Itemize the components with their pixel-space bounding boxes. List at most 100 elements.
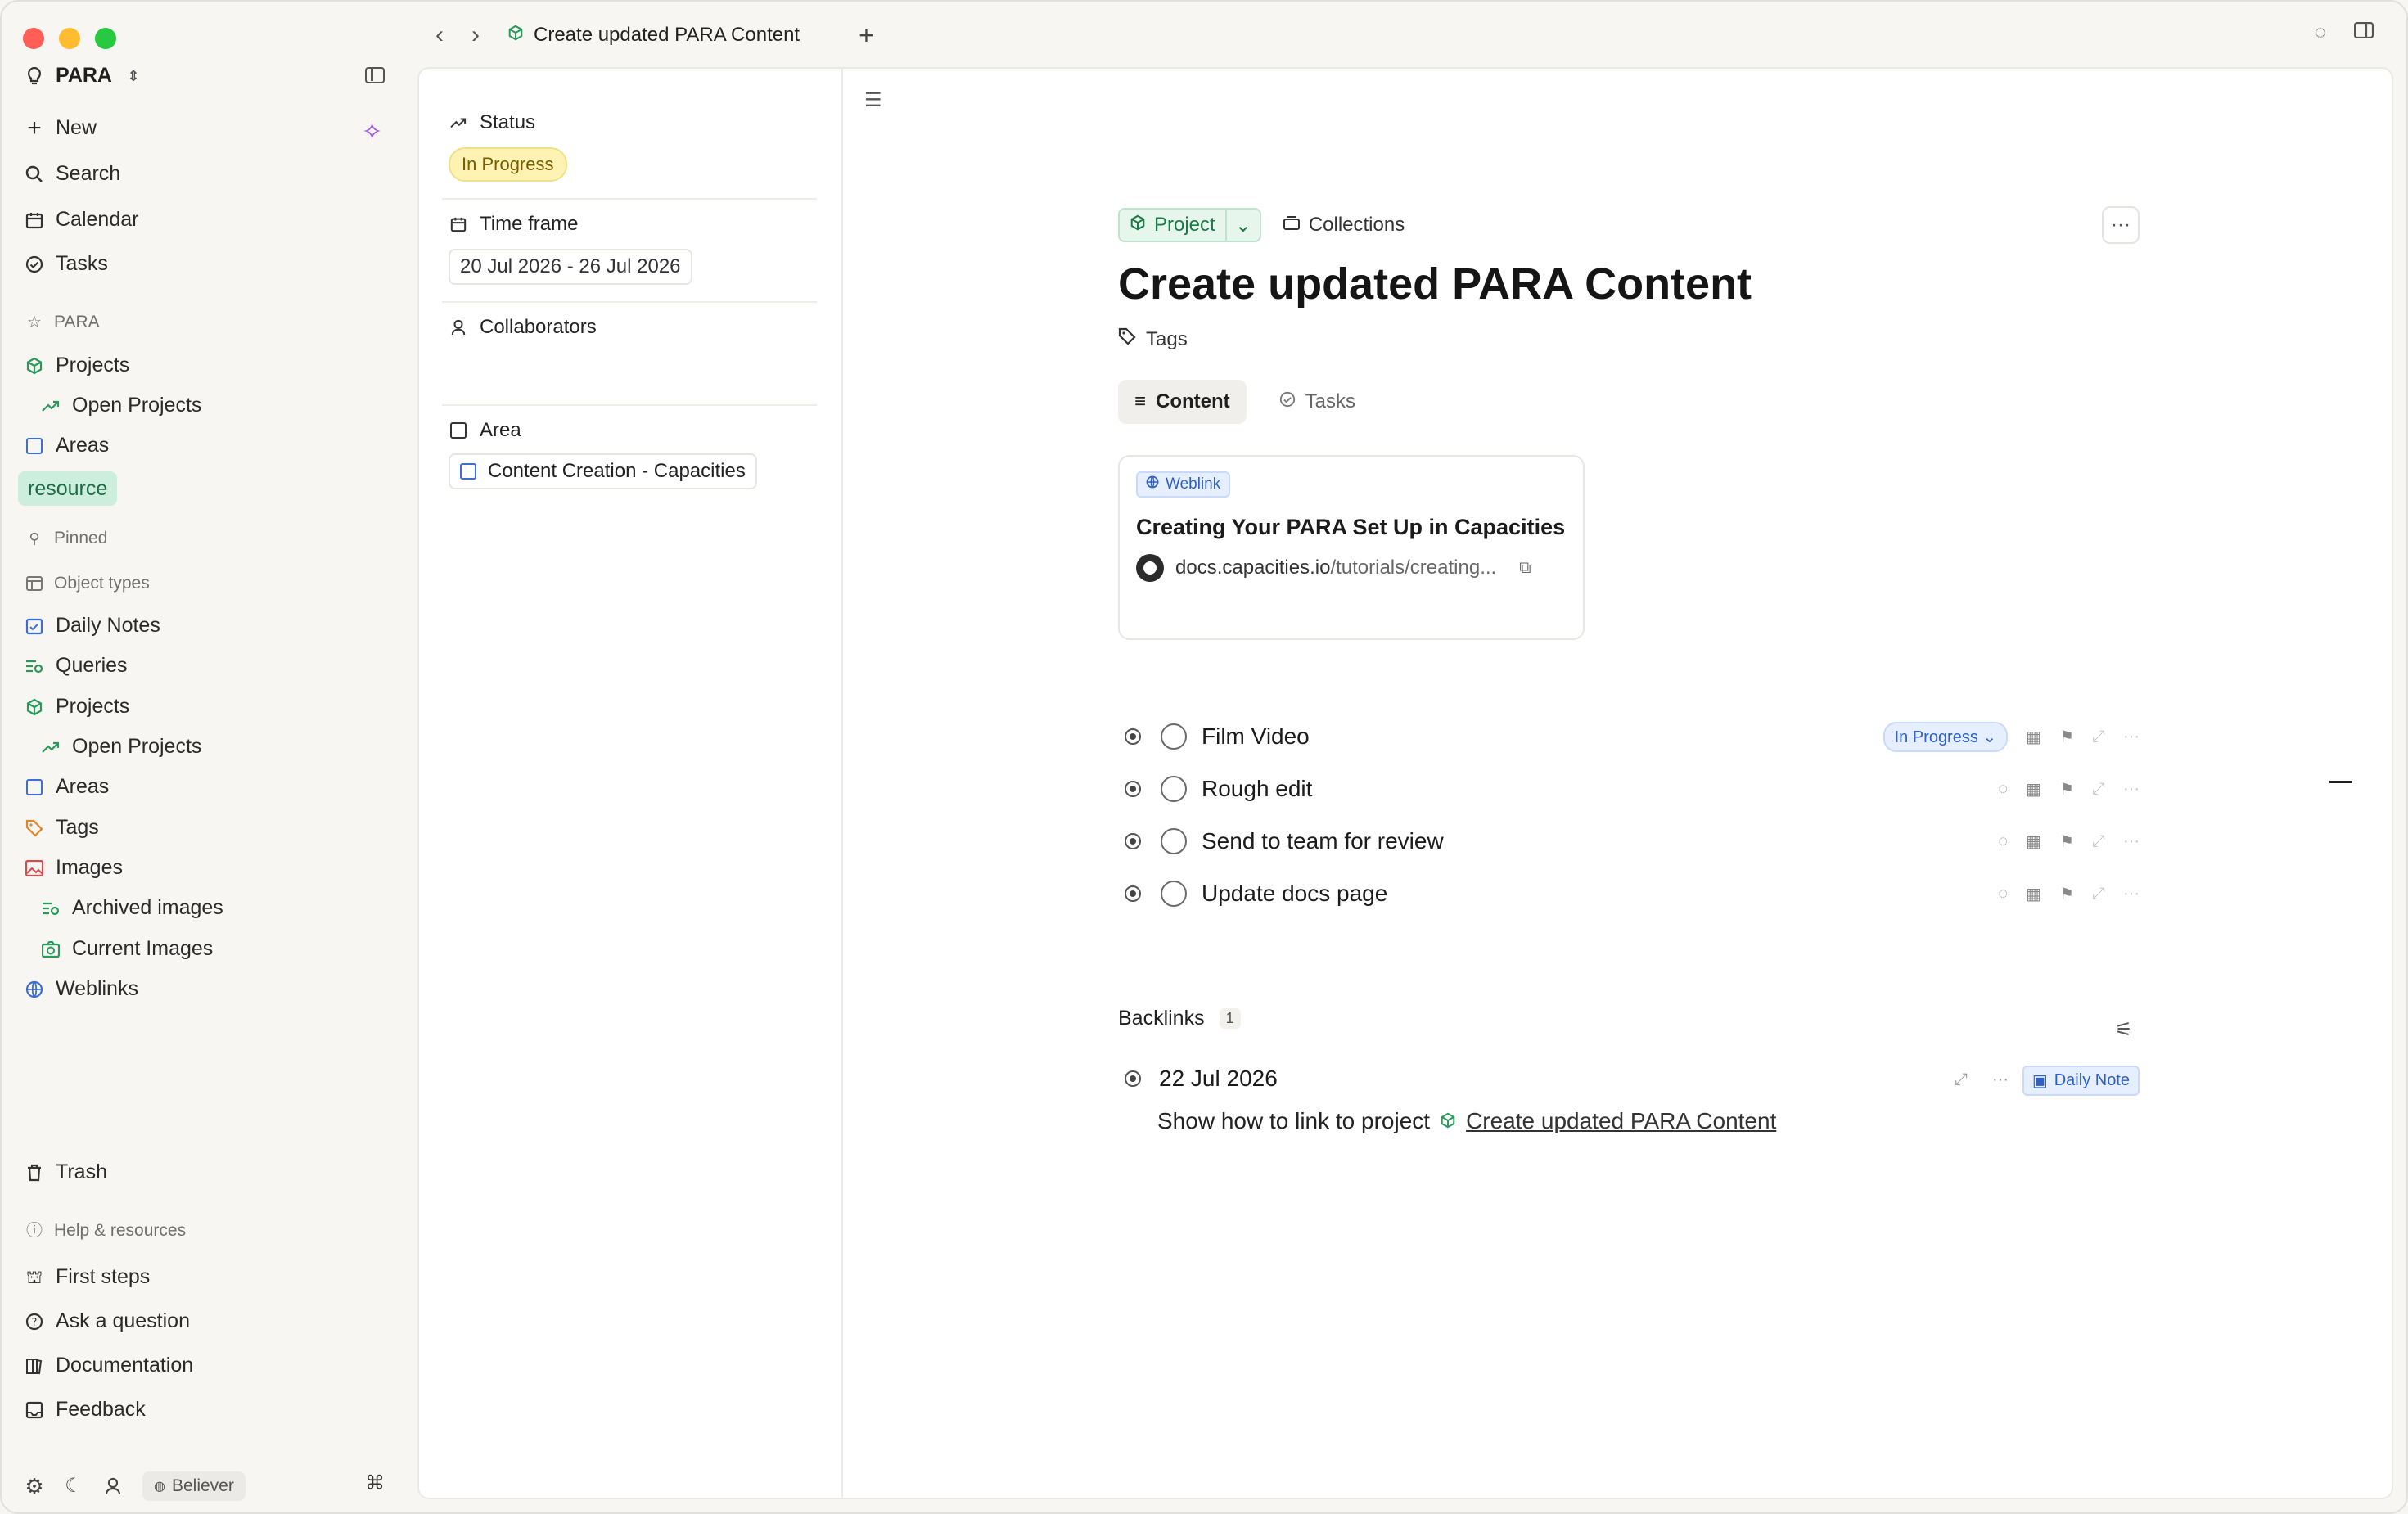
- task-label[interactable]: Rough edit: [1202, 776, 1312, 802]
- sidebar-item-calendar[interactable]: Calendar: [25, 208, 138, 232]
- bullet-handle-icon[interactable]: [1125, 728, 1141, 745]
- sidebar-item-open-projects[interactable]: Open Projects: [41, 394, 201, 417]
- sidebar-item-first-steps[interactable]: ⛫ First steps: [25, 1265, 150, 1289]
- task-row[interactable]: Send to team for review ◌ ▦ ⚑ ⤢ ···: [1118, 822, 2140, 861]
- status-dashed-circle-icon[interactable]: ◌: [1998, 885, 2008, 903]
- task-row[interactable]: Update docs page ◌ ▦ ⚑ ⤢ ···: [1118, 874, 2140, 913]
- time-frame-value[interactable]: 20 Jul 2026 - 26 Jul 2026: [449, 249, 692, 285]
- backlink-project-link[interactable]: Create updated PARA Content: [1466, 1108, 1776, 1134]
- property-collaborators[interactable]: Collaborators: [449, 316, 817, 339]
- tags-field[interactable]: Tags: [1118, 327, 1188, 351]
- ai-sparkle-icon[interactable]: ✧: [362, 118, 382, 146]
- daily-note-badge[interactable]: ▣ Daily Note: [2022, 1066, 2140, 1096]
- sidebar-item-trash[interactable]: Trash: [25, 1160, 107, 1184]
- sidebar-item-search[interactable]: Search: [25, 162, 120, 186]
- bullet-handle-icon[interactable]: [1125, 885, 1141, 902]
- bullet-handle-icon[interactable]: [1125, 1070, 1141, 1087]
- calendar-icon[interactable]: ▦: [2026, 727, 2041, 747]
- plan-badge[interactable]: ◍ Believer: [142, 1471, 246, 1501]
- chevron-down-icon[interactable]: ⌄: [1224, 210, 1260, 241]
- task-status-badge[interactable]: In Progress ⌄: [1883, 721, 2009, 752]
- expand-icon[interactable]: ⤢: [2092, 885, 2105, 903]
- sidebar-section-help[interactable]: ⓘ Help & resources: [25, 1221, 186, 1241]
- active-tab[interactable]: Create updated PARA Content: [507, 24, 800, 47]
- object-type-pill[interactable]: Project ⌄: [1118, 208, 1261, 242]
- more-icon[interactable]: ···: [2123, 728, 2140, 746]
- sidebar-item-feedback[interactable]: Feedback: [25, 1398, 146, 1422]
- settings-icon[interactable]: ⚙: [25, 1476, 44, 1497]
- collections-button[interactable]: Collections: [1283, 214, 1405, 237]
- status-badge[interactable]: In Progress: [449, 147, 567, 182]
- back-arrow-icon[interactable]: ‹: [435, 21, 444, 49]
- sidebar-section-pinned[interactable]: ⚲ Pinned: [25, 529, 107, 548]
- bullet-handle-icon[interactable]: [1125, 833, 1141, 849]
- sync-status-icon[interactable]: ◌: [2315, 21, 2326, 44]
- more-icon[interactable]: ···: [1992, 1070, 2009, 1089]
- command-icon[interactable]: ⌘: [365, 1471, 385, 1495]
- task-row[interactable]: Film Video In Progress ⌄ ▦ ⚑ ⤢ ···: [1118, 717, 2140, 756]
- sidebar-item-projects-type[interactable]: Projects: [25, 695, 129, 719]
- more-icon[interactable]: ···: [2123, 832, 2140, 851]
- sidebar-item-open-projects-type[interactable]: Open Projects: [41, 735, 201, 759]
- sidebar-toggle-icon[interactable]: [365, 67, 385, 83]
- sidebar-item-daily-notes[interactable]: Daily Notes: [25, 614, 160, 638]
- tab-tasks[interactable]: Tasks: [1263, 380, 1372, 424]
- right-panel-toggle-icon[interactable]: [2353, 21, 2374, 44]
- sidebar-item-queries[interactable]: Queries: [25, 654, 128, 678]
- sidebar-item-weblinks[interactable]: Weblinks: [25, 977, 138, 1001]
- bullet-handle-icon[interactable]: [1125, 781, 1141, 797]
- sidebar-item-new[interactable]: + New: [25, 115, 97, 140]
- task-checkbox[interactable]: [1161, 723, 1187, 750]
- sidebar-item-current-images[interactable]: Current Images: [41, 937, 213, 961]
- new-tab-plus-icon[interactable]: +: [859, 20, 874, 51]
- sidebar-item-tags[interactable]: Tags: [25, 816, 99, 840]
- moon-icon[interactable]: ☾: [64, 1476, 83, 1496]
- collapse-handle[interactable]: [2329, 781, 2352, 783]
- status-dashed-circle-icon[interactable]: ◌: [1998, 832, 2008, 851]
- forward-arrow-icon[interactable]: ›: [471, 21, 480, 49]
- sidebar-item-projects[interactable]: Projects: [25, 354, 129, 377]
- task-label[interactable]: Send to team for review: [1202, 828, 1444, 854]
- expand-icon[interactable]: ⤢: [2092, 832, 2105, 851]
- flag-icon[interactable]: ⚑: [2059, 831, 2074, 852]
- task-label[interactable]: Film Video: [1202, 723, 1310, 750]
- weblink-card[interactable]: Weblink Creating Your PARA Set Up in Cap…: [1118, 455, 1585, 640]
- sidebar-item-images[interactable]: Images: [25, 856, 123, 880]
- user-icon[interactable]: [103, 1476, 123, 1496]
- calendar-icon[interactable]: ▦: [2026, 831, 2041, 852]
- flag-icon[interactable]: ⚑: [2059, 727, 2074, 747]
- sidebar-item-tasks[interactable]: Tasks: [25, 252, 108, 276]
- workspace-switcher[interactable]: PARA ⇕: [25, 64, 143, 88]
- sidebar-item-documentation[interactable]: Documentation: [25, 1354, 193, 1377]
- more-icon[interactable]: ···: [2123, 885, 2140, 903]
- status-dashed-circle-icon[interactable]: ◌: [1998, 780, 2008, 799]
- area-chip[interactable]: Content Creation - Capacities: [449, 453, 757, 489]
- tab-content[interactable]: ≡ Content: [1118, 380, 1247, 424]
- flag-icon[interactable]: ⚑: [2059, 779, 2074, 800]
- more-icon[interactable]: ···: [2123, 780, 2140, 799]
- expand-icon[interactable]: ⤢: [2092, 728, 2105, 746]
- open-external-icon[interactable]: ⧉: [1519, 559, 1531, 578]
- sidebar-item-ask-question[interactable]: ? Ask a question: [25, 1309, 190, 1333]
- backlink-date[interactable]: 22 Jul 2026: [1159, 1066, 1278, 1092]
- backlinks-header[interactable]: Backlinks 1: [1118, 1007, 1241, 1030]
- task-checkbox[interactable]: [1161, 881, 1187, 907]
- task-label[interactable]: Update docs page: [1202, 881, 1387, 907]
- task-checkbox[interactable]: [1161, 776, 1187, 802]
- expand-icon[interactable]: ⤢: [1955, 1070, 1968, 1089]
- sidebar-item-areas-type[interactable]: Areas: [25, 775, 109, 799]
- weblink-url[interactable]: docs.capacities.io/tutorials/creating...…: [1136, 554, 1567, 582]
- calendar-icon[interactable]: ▦: [2026, 779, 2041, 800]
- sidebar-item-archived-images[interactable]: Archived images: [41, 896, 223, 920]
- task-checkbox[interactable]: [1161, 828, 1187, 854]
- more-options-button[interactable]: ···: [2102, 206, 2140, 244]
- task-row[interactable]: Rough edit ◌ ▦ ⚑ ⤢ ···: [1118, 769, 2140, 809]
- flag-icon[interactable]: ⚑: [2059, 884, 2074, 904]
- calendar-icon[interactable]: ▦: [2026, 884, 2041, 904]
- page-title[interactable]: Create updated PARA Content: [1118, 259, 1752, 309]
- sidebar-section-object-types[interactable]: Object types: [25, 574, 150, 593]
- filter-sliders-icon[interactable]: ⚟: [2115, 1018, 2133, 1042]
- sidebar-section-para[interactable]: ☆ PARA: [25, 313, 100, 332]
- sidebar-item-resource[interactable]: resource: [18, 471, 118, 506]
- expand-icon[interactable]: ⤢: [2092, 780, 2105, 799]
